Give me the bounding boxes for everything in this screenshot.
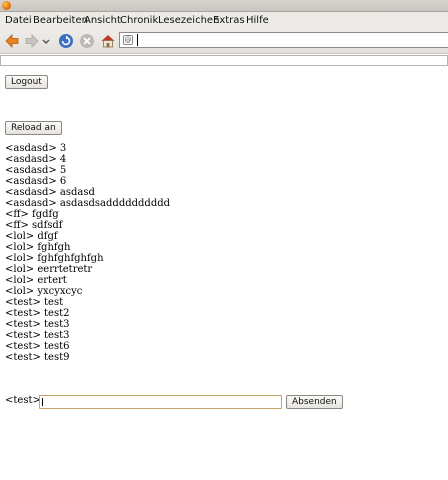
message-line: <asdasd> 5: [5, 165, 67, 176]
menu-bearbeiten[interactable]: Bearbeiten: [33, 15, 88, 27]
message-line: <lol> fghfgh: [5, 242, 71, 253]
message-line: <asdasd> asdasd: [5, 187, 95, 198]
menu-chronik[interactable]: Chronik: [120, 15, 158, 27]
message-line: <lol> ertert: [5, 275, 67, 286]
message-line: <asdasd> asdasdsadddddddddd: [5, 198, 171, 209]
reload-button[interactable]: Reload an: [5, 121, 62, 135]
message-line: <test> test6: [5, 341, 70, 352]
stop-icon[interactable]: [78, 32, 96, 50]
message-line: <lol> eerrtetretr: [5, 264, 93, 275]
message-line: <ff> sdfsdf: [5, 220, 63, 231]
page-icon: @: [123, 35, 133, 45]
message-list: <asdasd> 3 <asdasd> 4 <asdasd> 5 <asdasd> 6…: [5, 143, 170, 363]
message-line: <test> test3: [5, 319, 70, 330]
arrow-left-icon[interactable]: [3, 32, 21, 50]
message-line: <asdasd> 3: [5, 143, 67, 154]
send-button[interactable]: Absenden: [286, 395, 343, 409]
firefox-icon: [2, 1, 11, 10]
url-text[interactable]: [137, 34, 138, 46]
home-icon[interactable]: [99, 32, 117, 50]
url-bar[interactable]: @: [119, 32, 448, 48]
message-line: <test> test3: [5, 330, 70, 341]
message-line: <lol> yxcyxcyc: [5, 286, 83, 297]
window-titlebar: [0, 0, 448, 12]
message-line: <lol> fghfghfghfgh: [5, 253, 104, 264]
message-input[interactable]: [39, 395, 282, 409]
menu-ansicht[interactable]: Ansicht: [84, 15, 121, 27]
text-caret: [42, 398, 43, 406]
logout-button[interactable]: Logout: [5, 75, 48, 89]
chevron-down-icon[interactable]: [40, 32, 52, 50]
message-line: <lol> dfgf: [5, 231, 58, 242]
page-content: Logout Reload an <asdasd> 3 <asdasd> 4 <as…: [0, 67, 448, 480]
message-line: <asdasd> 6: [5, 176, 67, 187]
message-line: <test> test2: [5, 308, 70, 319]
message-line: <ff> fgdfg: [5, 209, 59, 220]
menu-hilfe[interactable]: Hilfe: [246, 15, 269, 27]
message-line: <test> test9: [5, 352, 70, 363]
message-line: <asdasd> 4: [5, 154, 67, 165]
secondary-toolbar-field[interactable]: [0, 55, 448, 66]
menu-extras[interactable]: Extras: [213, 15, 245, 27]
message-line: <test> test: [5, 297, 64, 308]
menu-lesezeichen[interactable]: Lesezeichen: [158, 15, 219, 27]
menu-datei[interactable]: Datei: [5, 15, 32, 27]
input-user-label: <test>: [5, 395, 41, 406]
menu-bar: Datei Bearbeiten Ansicht Chronik Lesezeichen…: [0, 12, 448, 29]
reload-icon[interactable]: [57, 32, 75, 50]
arrow-right-icon[interactable]: [23, 32, 41, 50]
